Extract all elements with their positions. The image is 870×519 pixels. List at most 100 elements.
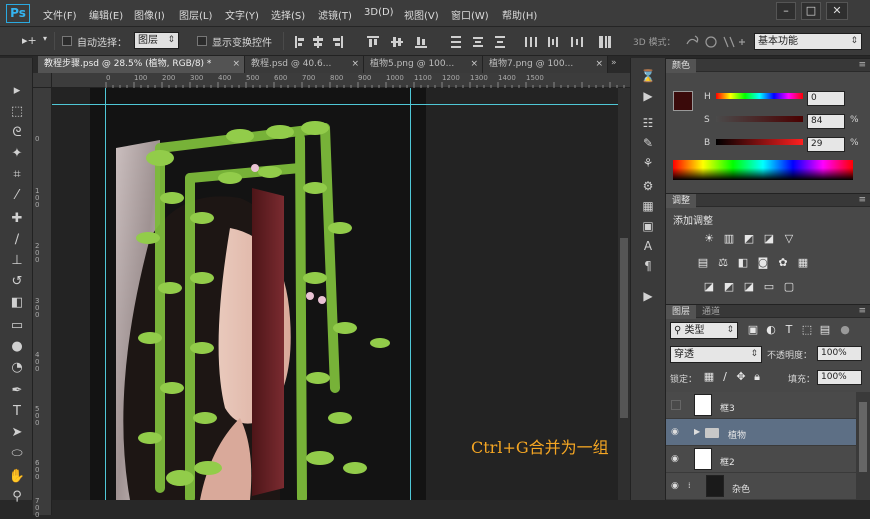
- fill-input[interactable]: 100%: [817, 370, 862, 385]
- eye-icon[interactable]: ◉: [671, 427, 681, 437]
- eye-icon[interactable]: ◉: [671, 481, 681, 491]
- restore-button[interactable]: □: [801, 2, 821, 20]
- pixel-filter-icon[interactable]: ▣: [746, 324, 760, 336]
- menu-window[interactable]: 窗口(W): [451, 7, 489, 22]
- type-filter-icon[interactable]: T: [782, 324, 796, 336]
- blend-mode-dropdown[interactable]: 穿透: [670, 346, 762, 363]
- curves-icon[interactable]: ◩: [742, 233, 756, 245]
- expand-arrow-icon[interactable]: ▶: [694, 427, 700, 436]
- layer-row[interactable]: 框3: [666, 392, 856, 419]
- color-spectrum-ramp[interactable]: [673, 160, 853, 180]
- scrollbar-thumb[interactable]: [620, 238, 628, 418]
- tab-layers[interactable]: 图层: [666, 305, 697, 319]
- menu-view[interactable]: 视图(V): [404, 7, 439, 22]
- 3d-mode-icons[interactable]: [684, 34, 746, 50]
- panel-menu-icon[interactable]: ≡: [858, 60, 866, 70]
- vibrance-icon[interactable]: ▽: [782, 233, 796, 245]
- close-window-button[interactable]: ✕: [826, 2, 848, 20]
- crop-tool-icon[interactable]: ⌗: [7, 166, 27, 183]
- selective-color-icon[interactable]: ▢: [782, 281, 796, 293]
- lock-all-icon[interactable]: 🔒︎: [750, 371, 764, 383]
- ruler-origin[interactable]: [33, 73, 52, 88]
- auto-select-checkbox[interactable]: [62, 36, 72, 46]
- align-icons[interactable]: [293, 35, 593, 49]
- brush-tool-icon[interactable]: ∕: [7, 231, 27, 248]
- blur-tool-icon[interactable]: ●: [7, 338, 27, 355]
- tab-document-1[interactable]: 教程步骤.psd @ 28.5% (植物, RGB/8) * ×: [38, 56, 245, 73]
- tab-document-2[interactable]: 教程.psd @ 40.6... ×: [245, 56, 364, 73]
- layer-name[interactable]: 植物: [728, 428, 746, 441]
- adjustment-filter-icon[interactable]: ◐: [764, 324, 778, 336]
- tab-channels[interactable]: 通道: [696, 305, 726, 319]
- tab-document-4[interactable]: 植物7.png @ 100... ×: [483, 56, 608, 73]
- invert-icon[interactable]: ◪: [702, 281, 716, 293]
- close-tab-icon[interactable]: ×: [232, 56, 240, 72]
- healing-brush-icon[interactable]: ✚: [7, 210, 27, 227]
- move-tool-icon[interactable]: ▸: [7, 82, 27, 99]
- shape-tool-icon[interactable]: ⬭: [7, 445, 27, 462]
- tool-preset-chevron-icon[interactable]: ▾: [43, 34, 47, 43]
- menu-select[interactable]: 选择(S): [271, 7, 305, 22]
- hue-saturation-icon[interactable]: ▤: [696, 257, 710, 269]
- s-value-input[interactable]: 84: [807, 114, 845, 129]
- lock-transparent-icon[interactable]: ▦: [702, 371, 716, 383]
- lasso-tool-icon[interactable]: ᘓ: [7, 124, 27, 141]
- gradient-map-icon[interactable]: ▭: [762, 281, 776, 293]
- brightness-icon[interactable]: ☀: [702, 233, 716, 245]
- menu-filter[interactable]: 滤镜(T): [318, 7, 352, 22]
- shape-filter-icon[interactable]: ⬚: [800, 324, 814, 336]
- guide-line[interactable]: [52, 104, 630, 105]
- menu-help[interactable]: 帮助(H): [502, 7, 537, 22]
- auto-align-icon[interactable]: [598, 35, 612, 49]
- dodge-tool-icon[interactable]: ◔: [7, 359, 27, 376]
- tool-presets-icon[interactable]: ⚙: [639, 178, 657, 194]
- color-lookup-icon[interactable]: ▦: [796, 257, 810, 269]
- properties-icon[interactable]: ☷: [639, 115, 657, 131]
- tab-color[interactable]: 颜色: [666, 59, 697, 73]
- tab-adjustments[interactable]: 调整: [666, 194, 697, 208]
- minimize-button[interactable]: –: [776, 2, 796, 20]
- levels-icon[interactable]: ▥: [722, 233, 736, 245]
- marquee-tool-icon[interactable]: ⬚: [7, 103, 27, 120]
- black-white-icon[interactable]: ◧: [736, 257, 750, 269]
- smart-object-filter-icon[interactable]: ▤: [818, 324, 832, 336]
- color-balance-icon[interactable]: ⚖: [716, 257, 730, 269]
- actions-icon[interactable]: ▶: [639, 88, 657, 104]
- styles-icon[interactable]: ▣: [639, 218, 657, 234]
- menu-type[interactable]: 文字(Y): [225, 7, 259, 22]
- brush-panel-icon[interactable]: ✎: [639, 135, 657, 151]
- path-selection-icon[interactable]: ➤: [7, 424, 27, 441]
- more-tabs-icon[interactable]: »: [611, 58, 617, 68]
- ruler-vertical[interactable]: 0 100 200 300 400 500 600 700: [33, 88, 52, 519]
- foreground-color-swatch[interactable]: [673, 91, 693, 111]
- layer-row[interactable]: ◉ 框2: [666, 446, 856, 473]
- close-tab-icon[interactable]: ×: [595, 56, 603, 72]
- magic-wand-icon[interactable]: ✦: [7, 145, 27, 162]
- brightness-slider[interactable]: [716, 139, 803, 145]
- menu-file[interactable]: 文件(F): [43, 7, 77, 22]
- timeline-icon[interactable]: ▶: [639, 288, 657, 304]
- layers-scrollbar[interactable]: [856, 392, 870, 500]
- swatches-icon[interactable]: ▦: [639, 198, 657, 214]
- filter-toggle-icon[interactable]: ●: [838, 324, 852, 336]
- eyedropper-icon[interactable]: ⁄: [7, 187, 27, 204]
- lock-pixels-icon[interactable]: ∕: [718, 371, 732, 383]
- eraser-icon[interactable]: ◧: [7, 294, 27, 311]
- type-tool-icon[interactable]: T: [7, 403, 27, 420]
- posterize-icon[interactable]: ◩: [722, 281, 736, 293]
- layer-row[interactable]: ◉ ⁞ 杂色: [666, 473, 856, 500]
- lock-position-icon[interactable]: ✥: [734, 371, 748, 383]
- layer-name[interactable]: 框3: [720, 401, 735, 414]
- paragraph-icon[interactable]: ¶: [639, 258, 657, 274]
- guide-line[interactable]: [410, 88, 411, 500]
- exposure-icon[interactable]: ◪: [762, 233, 776, 245]
- move-tool-icon[interactable]: ▸+: [22, 34, 37, 47]
- scrollbar-thumb[interactable]: [859, 402, 867, 472]
- history-icon[interactable]: ⌛: [639, 68, 657, 84]
- close-tab-icon[interactable]: ×: [351, 56, 359, 72]
- vertical-scrollbar[interactable]: [618, 88, 630, 500]
- workspace-dropdown[interactable]: 基本功能: [754, 33, 862, 50]
- photo-filter-icon[interactable]: ◙: [756, 257, 770, 269]
- menu-3d[interactable]: 3D(D): [364, 7, 394, 18]
- tab-document-3[interactable]: 植物5.png @ 100... ×: [364, 56, 483, 73]
